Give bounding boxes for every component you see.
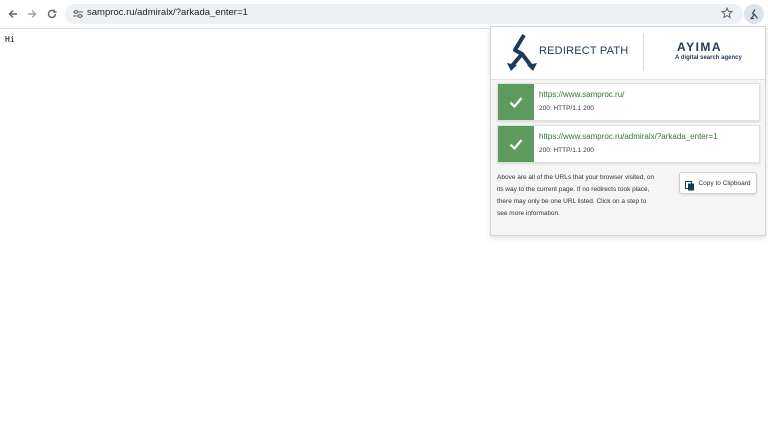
forward-arrow-icon[interactable] xyxy=(23,5,41,23)
page-text: Hi xyxy=(5,35,15,44)
ayima-tagline: A digital search agency xyxy=(675,55,742,61)
info-text: Above are all of the URLs that your brow… xyxy=(497,174,655,217)
clipboard-icon xyxy=(685,178,695,191)
hop-url[interactable]: https://www.samproc.ru/admiralx/?arkada_… xyxy=(539,132,718,141)
redirect-path-extension-icon[interactable] xyxy=(744,4,764,24)
address-bar[interactable]: samproc.ru/admiralx/?arkada_enter=1 xyxy=(65,4,743,24)
check-icon xyxy=(498,126,534,162)
bookmark-star-icon[interactable] xyxy=(718,4,736,22)
back-arrow-icon[interactable] xyxy=(4,5,22,23)
hop-status: 200: HTTP/1.1 200 xyxy=(539,105,594,112)
hop-url[interactable]: https://www.samproc.ru/ xyxy=(539,90,624,99)
site-settings-icon[interactable] xyxy=(72,7,86,21)
redirect-path-logo-icon xyxy=(505,33,539,73)
copy-button-label: Copy to Clipboard xyxy=(698,179,751,187)
redirect-hop-2[interactable]: https://www.samproc.ru/admiralx/?arkada_… xyxy=(497,125,760,163)
copy-to-clipboard-button[interactable]: Copy to Clipboard xyxy=(679,172,757,194)
popup-title: REDIRECT PATH xyxy=(539,45,629,57)
redirect-hop-1[interactable]: https://www.samproc.ru/ 200: HTTP/1.1 20… xyxy=(497,83,760,121)
ayima-logo[interactable]: AYIMA xyxy=(677,40,722,54)
url-text[interactable]: samproc.ru/admiralx/?arkada_enter=1 xyxy=(87,7,248,18)
hop-status: 200: HTTP/1.1 200 xyxy=(539,147,594,154)
redirect-path-popup: REDIRECT PATH AYIMA A digital search age… xyxy=(490,26,766,236)
popup-header: REDIRECT PATH AYIMA A digital search age… xyxy=(491,27,765,80)
check-icon xyxy=(498,84,534,120)
header-divider xyxy=(643,33,644,71)
reload-icon[interactable] xyxy=(43,5,61,23)
browser-toolbar: samproc.ru/admiralx/?arkada_enter=1 xyxy=(0,0,768,29)
